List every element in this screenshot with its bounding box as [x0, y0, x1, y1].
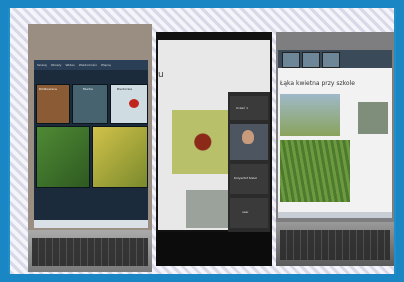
participant-name: user	[242, 210, 249, 214]
image-tile-ladybug[interactable]: Biedronka	[110, 84, 148, 124]
insect-photo	[172, 110, 228, 174]
video-thumbnails-strip	[278, 50, 392, 68]
tile-label: Biedronka	[117, 87, 133, 91]
participant-tile[interactable]: user	[230, 198, 268, 228]
avatar	[242, 130, 254, 144]
participant-tile[interactable]: Krzysztof Sobol	[230, 164, 268, 194]
tab-images[interactable]: Obrazy	[51, 63, 62, 67]
meadow-photo-1	[280, 94, 340, 136]
right-laptop-screen: Łąka kwietna przy szkole	[278, 50, 392, 218]
image-tile-fly[interactable]: Mucha	[72, 84, 108, 124]
tab-news[interactable]: Wiadomości	[79, 63, 97, 67]
tile-label: Dżdżownica	[39, 87, 57, 91]
left-laptop-screen: Szukaj Obrazy Wideo Wiadomości Więcej Dż…	[34, 60, 148, 228]
participant-name: Uczeń 1	[236, 106, 249, 110]
meadow-photo-2	[280, 140, 350, 202]
people-photo	[358, 102, 388, 134]
tile-label: Mucha	[83, 87, 93, 91]
laptop-keyboard	[276, 222, 394, 266]
participant-tile[interactable]: Uczeń 1	[230, 96, 268, 120]
image-tile-insect-on-flower[interactable]	[92, 126, 148, 188]
video-thumbnail[interactable]	[282, 52, 300, 68]
taskbar	[278, 212, 392, 218]
participant-name: Krzysztof Sobol	[234, 176, 258, 180]
left-laptop-photo: Szukaj Obrazy Wideo Wiadomości Więcej Dż…	[28, 24, 152, 272]
image-tile-earthworm[interactable]: Dżdżownica	[36, 84, 70, 124]
right-laptop-photo: Łąka kwietna przy szkole	[276, 32, 394, 266]
laptop-keyboard	[28, 230, 152, 272]
taskbar	[34, 220, 148, 228]
image-tile-insect-on-leaf[interactable]	[36, 126, 90, 188]
ladybug-icon	[129, 99, 139, 108]
presentation-slide: u Uczeń 1 Krzysztof Sobol user	[158, 40, 270, 240]
video-thumbnail[interactable]	[302, 52, 320, 68]
video-thumbnail[interactable]	[322, 52, 340, 68]
search-tabs: Szukaj Obrazy Wideo Wiadomości Więcej	[34, 60, 148, 70]
slide-title-fragment: u	[158, 70, 164, 80]
middle-tablet-photo: u Uczeń 1 Krzysztof Sobol user	[156, 32, 272, 266]
tab-video[interactable]: Wideo	[65, 63, 74, 67]
tablet-bottom-bar	[156, 232, 272, 266]
tab-more[interactable]: Więcej	[101, 63, 111, 67]
participant-tile-video[interactable]	[230, 124, 268, 160]
slide-title: Łąka kwietna przy szkole	[280, 80, 355, 87]
video-call-sidebar: Uczeń 1 Krzysztof Sobol user	[228, 92, 270, 240]
grasshopper-photo	[186, 190, 230, 228]
tab-search[interactable]: Szukaj	[37, 63, 47, 67]
